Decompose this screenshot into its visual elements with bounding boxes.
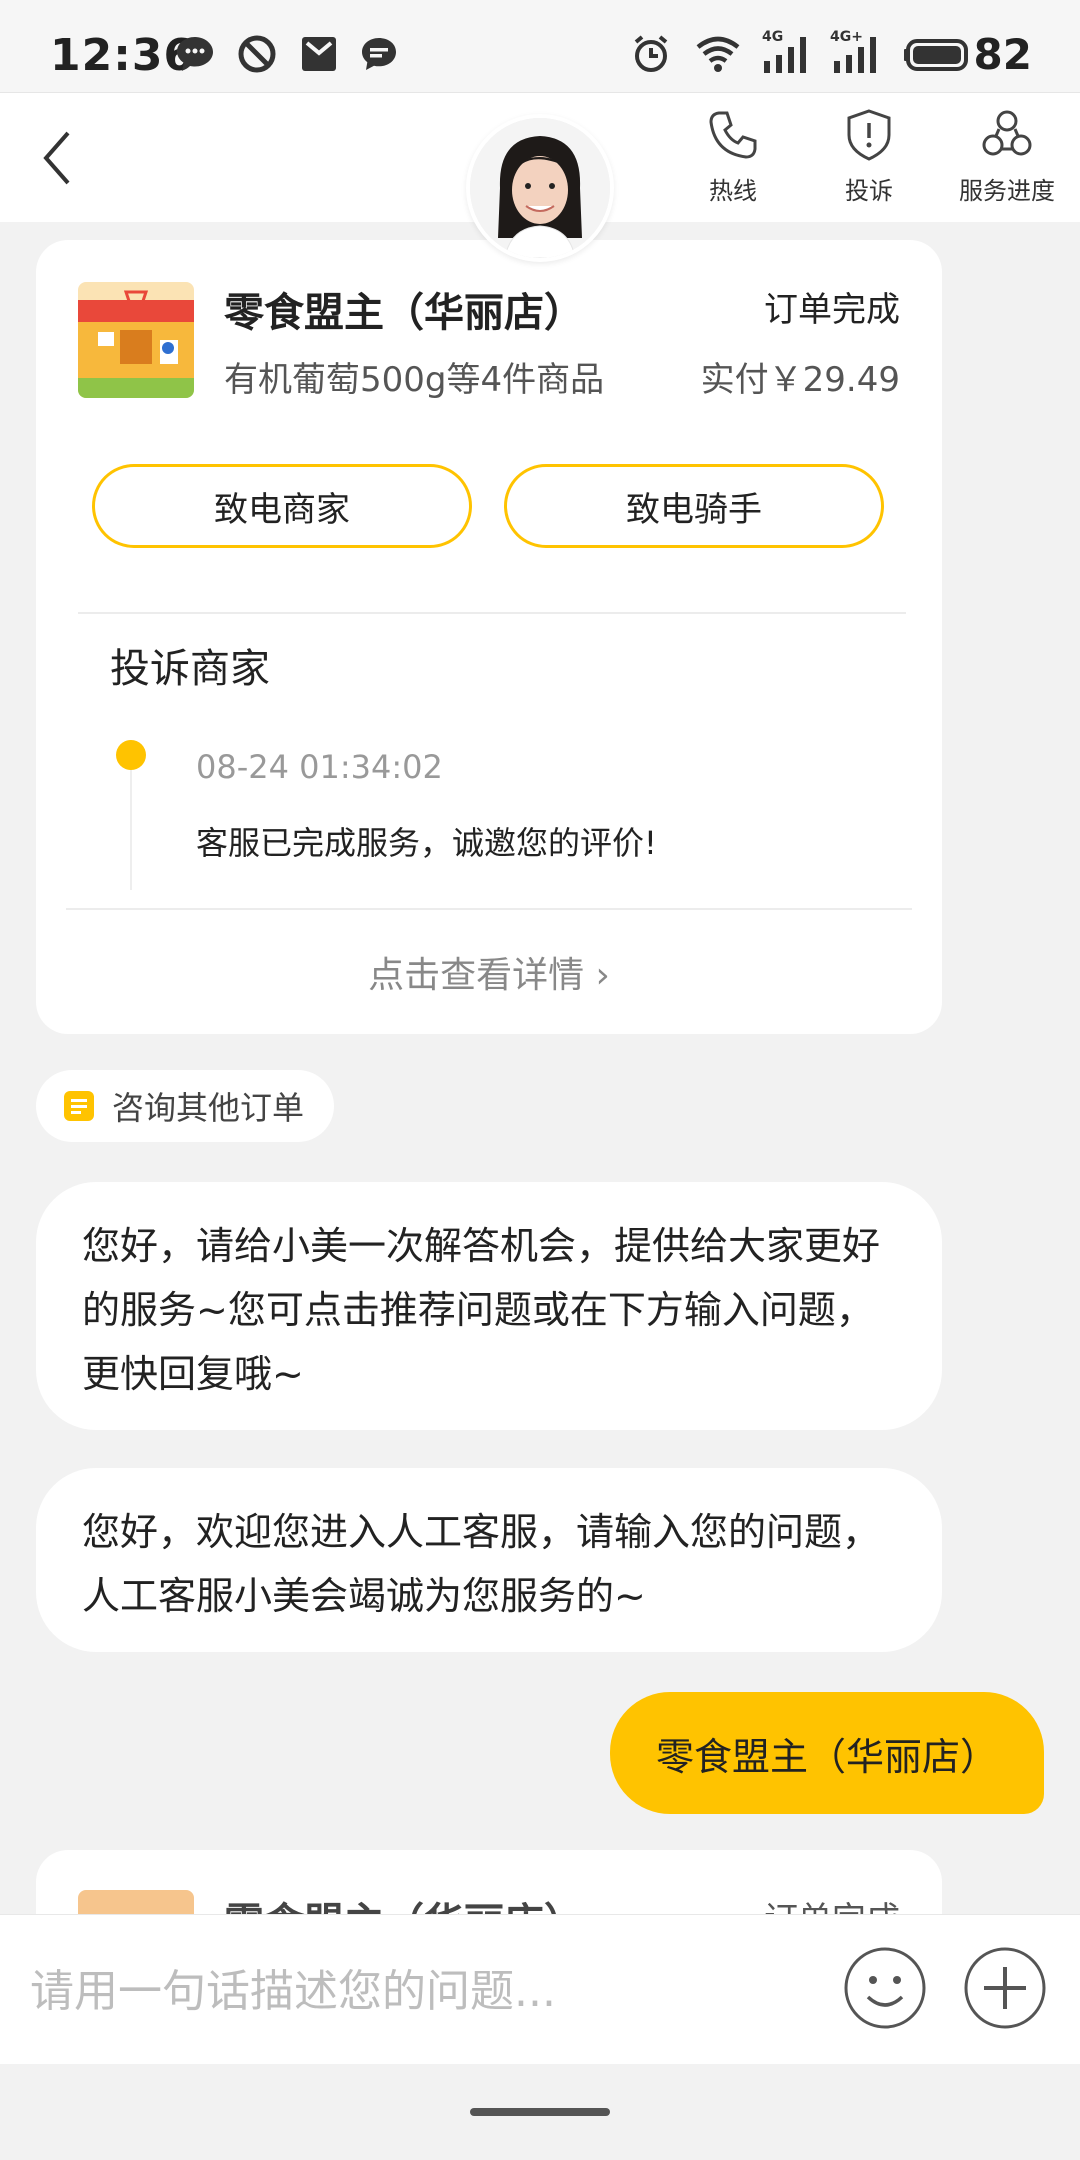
signal-4g-plus-icon: 4G+	[828, 29, 884, 75]
timeline-line	[130, 770, 132, 890]
shop-thumbnail	[78, 282, 194, 398]
complaint-title: 投诉商家	[110, 646, 270, 692]
call-merchant-button[interactable]: 致电商家	[92, 464, 472, 548]
view-details-link[interactable]: 点击查看详情 ›	[36, 946, 942, 998]
battery-icon	[904, 39, 968, 71]
home-indicator[interactable]	[470, 2108, 610, 2116]
complaint-button[interactable]: 投诉	[794, 107, 944, 207]
store-icon	[78, 282, 194, 398]
divider	[78, 612, 906, 614]
wifi-icon	[696, 36, 740, 72]
timeline-dot	[116, 740, 146, 770]
agent-avatar	[466, 114, 614, 262]
timeline-time: 08-24 01:34:02	[196, 748, 443, 786]
mail-icon	[302, 37, 336, 71]
emoji-icon[interactable]	[842, 1945, 928, 2031]
document-icon	[64, 1091, 94, 1121]
service-progress-button[interactable]: 服务进度	[932, 107, 1080, 207]
hotline-label: 热线	[709, 177, 757, 205]
consult-other-orders-button[interactable]: 咨询其他订单	[36, 1070, 335, 1142]
order-card[interactable]: 零食盟主（华丽店） 订单完成 有机葡萄500g等4件商品 实付￥29.49 致电…	[36, 240, 942, 1034]
order-goods: 有机葡萄500g等4件商品	[224, 360, 605, 400]
timeline-text: 客服已完成服务，诚邀您的评价!	[196, 824, 657, 862]
chevron-left-icon[interactable]	[30, 123, 90, 193]
gesture-bar	[0, 2064, 1080, 2160]
phone-icon	[709, 111, 757, 159]
call-rider-button[interactable]: 致电骑手	[504, 464, 884, 548]
service-progress-label: 服务进度	[959, 177, 1055, 205]
message-input[interactable]	[30, 1953, 810, 2029]
hotline-button[interactable]: 热线	[658, 107, 808, 207]
input-bar	[0, 1914, 1080, 2064]
message-icon	[362, 38, 396, 70]
order-status: 订单完成	[764, 290, 900, 330]
alarm-icon	[634, 35, 668, 72]
divider	[66, 908, 912, 910]
status-bar: 12:36 4G 4G+ 82	[0, 0, 1080, 92]
signal-4g-icon: 4G	[760, 29, 812, 75]
shop-name: 零食盟主（华丽店）	[224, 290, 584, 336]
block-icon	[238, 35, 276, 73]
plus-icon[interactable]	[962, 1945, 1048, 2031]
agent-message: 您好，请给小美一次解答机会，提供给大家更好的服务~您可点击推荐问题或在下方输入问…	[36, 1182, 942, 1430]
consult-other-orders-label: 咨询其他订单	[112, 1089, 305, 1127]
order-paid-amount: 实付￥29.49	[700, 360, 900, 400]
user-message: 零食盟主（华丽店）	[609, 1692, 1044, 1814]
agent-portrait-image	[470, 118, 610, 258]
chat-bubble-icon	[177, 37, 213, 71]
complaint-label: 投诉	[845, 177, 893, 205]
battery-percentage: 82	[973, 30, 1032, 79]
shield-alert-icon	[847, 109, 891, 161]
agent-message: 您好，欢迎您进入人工客服，请输入您的问题，人工客服小美会竭诚为您服务的~	[36, 1468, 942, 1652]
progress-icon	[982, 110, 1032, 156]
